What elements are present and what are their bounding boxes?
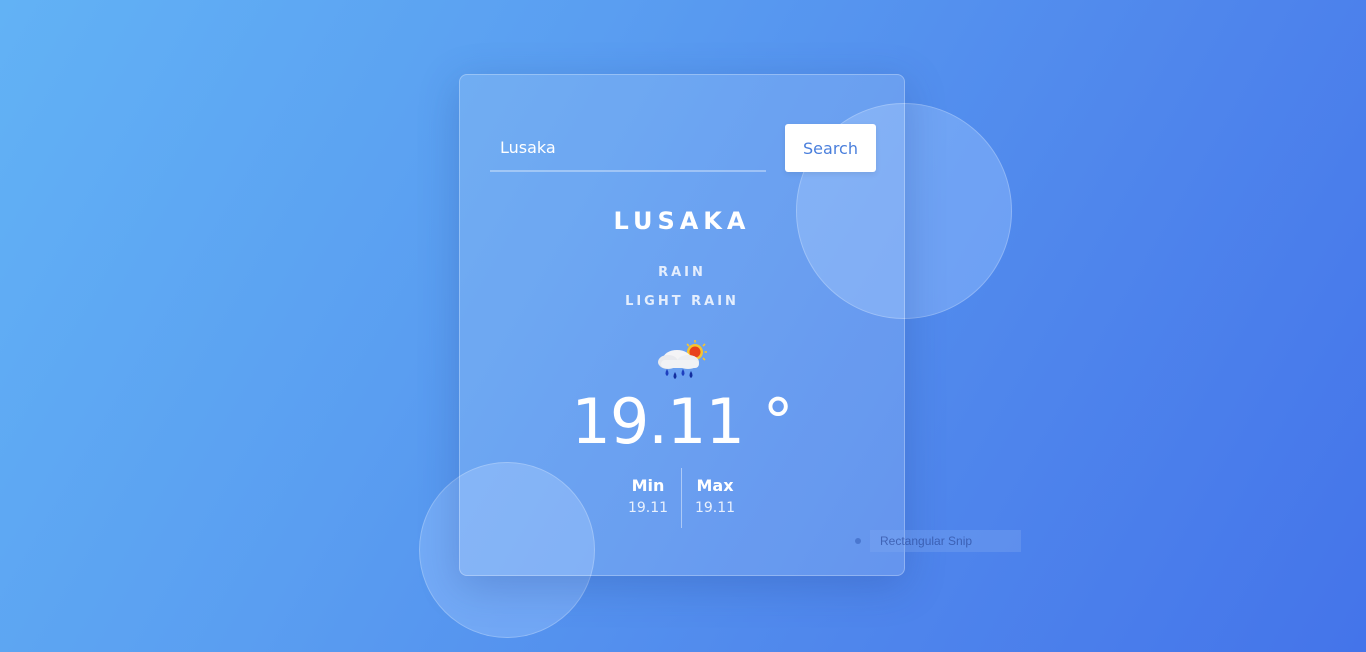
search-bar: Search	[490, 124, 876, 174]
max-label: Max	[696, 476, 734, 495]
min-max-divider	[681, 468, 682, 528]
max-value: 19.11	[694, 500, 736, 516]
max-temperature: Max 19.11	[685, 476, 745, 516]
temperature: 19.11 °	[571, 385, 793, 458]
snip-label: Rectangular Snip	[870, 530, 1021, 552]
weather-main: RAIN	[658, 265, 706, 280]
weather-description: LIGHT RAIN	[625, 294, 739, 309]
snip-dot-icon	[855, 538, 861, 544]
search-button[interactable]: Search	[785, 124, 876, 172]
rain-cloud-sun-icon	[653, 338, 711, 384]
weather-card: Search LUSAKA RAIN LIGHT RAIN 19.11 °	[459, 74, 905, 576]
min-max-panel: Min 19.11 Max 19.11	[618, 468, 748, 528]
city-search-input[interactable]	[490, 124, 766, 172]
min-label: Min	[631, 476, 665, 495]
min-value: 19.11	[627, 500, 669, 516]
city-name: LUSAKA	[613, 207, 751, 235]
min-temperature: Min 19.11	[618, 476, 678, 516]
rectangular-snip-tooltip: Rectangular Snip	[848, 530, 1021, 552]
